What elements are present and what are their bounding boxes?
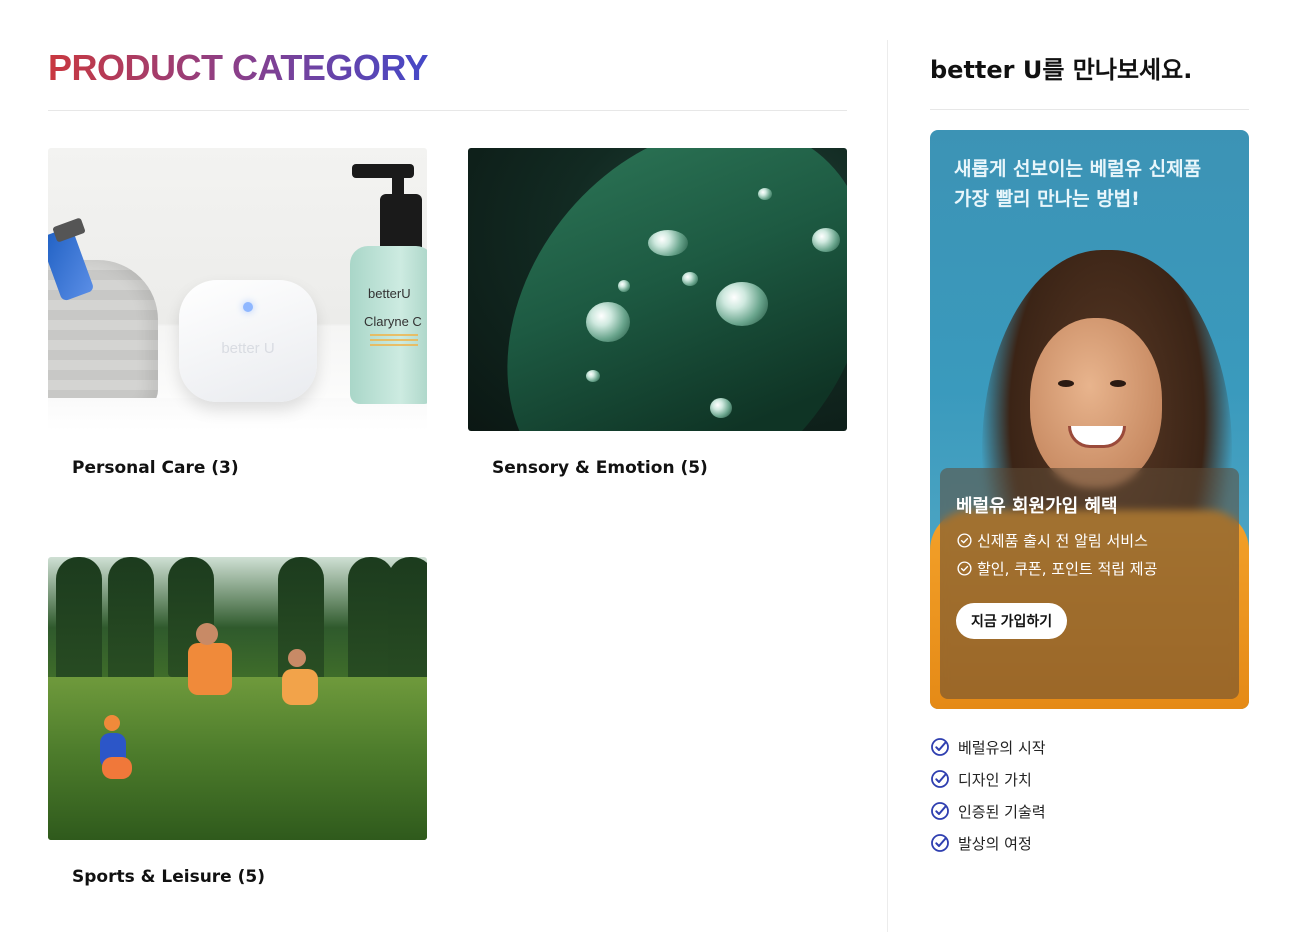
- water-drop: [586, 370, 600, 382]
- water-drop: [648, 230, 688, 256]
- category-label-sensory-emotion[interactable]: Sensory & Emotion (5): [492, 458, 708, 478]
- category-card-personal-care[interactable]: better U betterU Claryne C Personal Care…: [48, 148, 427, 478]
- sidebar-divider: [887, 40, 888, 932]
- better-u-device: better U: [179, 280, 317, 402]
- signup-button[interactable]: 지금 가입하기: [956, 603, 1068, 639]
- category-label-personal-care[interactable]: Personal Care (3): [72, 458, 239, 478]
- lotion-bottle: betterU Claryne C: [350, 246, 427, 404]
- category-label-sports-leisure[interactable]: Sports & Leisure (5): [72, 867, 265, 887]
- brand-link-journey[interactable]: 발상의 여정: [930, 827, 1249, 859]
- brand-link-design-value[interactable]: 디자인 가치: [930, 763, 1249, 795]
- bottle-brand-text: betterU: [368, 286, 411, 301]
- brand-link-label[interactable]: 인증된 기술력: [958, 801, 1046, 822]
- device-led: [243, 302, 253, 312]
- water-drop: [710, 398, 732, 418]
- brand-link-label[interactable]: 발상의 여정: [958, 833, 1032, 854]
- sensory-emotion-image[interactable]: [468, 148, 847, 431]
- device-logo-text: better U: [221, 340, 275, 357]
- pump-top-shape: [352, 164, 414, 178]
- banner-headline-line2: 가장 빨리 만나는 방법!: [954, 188, 1140, 210]
- check-circle-icon: [931, 834, 949, 852]
- category-card-sports-leisure[interactable]: Sports & Leisure (5): [48, 557, 427, 887]
- person-shape: [104, 715, 120, 731]
- brand-link-beginning[interactable]: 베럴유의 시작: [930, 731, 1249, 763]
- water-drop: [716, 282, 768, 326]
- check-circle-icon: [931, 770, 949, 788]
- person-shape: [196, 623, 218, 645]
- title-divider: [48, 110, 847, 111]
- model-eye: [1058, 380, 1074, 387]
- water-drop: [812, 228, 840, 252]
- category-card-sensory-emotion[interactable]: Sensory & Emotion (5): [468, 148, 847, 478]
- pump-neck-shape: [380, 194, 422, 250]
- main-content: PRODUCT CATEGORY better U betterU Claryn…: [48, 40, 847, 887]
- banner-headline: 새롭게 선보이는 베럴유 신제품 가장 빨리 만나는 방법!: [954, 154, 1201, 214]
- water-drop: [618, 280, 630, 292]
- leaf-shape: [468, 148, 847, 431]
- benefit-item: 할인, 쿠폰, 포인트 적립 제공: [956, 558, 1157, 579]
- tree-shape: [108, 557, 154, 687]
- benefits-title: 베럴유 회원가입 혜택: [956, 496, 1118, 517]
- check-circle-icon: [931, 802, 949, 820]
- model-face: [1030, 318, 1162, 488]
- brand-link-label[interactable]: 베럴유의 시작: [958, 737, 1046, 758]
- check-circle-icon: [957, 561, 972, 576]
- sidebar-title: better U를 만나보세요.: [930, 56, 1193, 84]
- brand-link-certified-tech[interactable]: 인증된 기술력: [930, 795, 1249, 827]
- water-drop: [586, 302, 630, 342]
- benefit-text: 신제품 출시 전 알림 서비스: [977, 532, 1148, 550]
- check-circle-icon: [931, 738, 949, 756]
- signup-banner[interactable]: 새롭게 선보이는 베럴유 신제품 가장 빨리 만나는 방법! 베럴유 회원가입 …: [930, 130, 1249, 709]
- person-shape: [102, 757, 132, 779]
- person-shape: [288, 649, 306, 667]
- check-circle-icon: [957, 533, 972, 548]
- bottle-product-text: Claryne C: [364, 314, 422, 329]
- water-drop: [758, 188, 772, 200]
- sidebar-title-divider: [930, 109, 1249, 110]
- benefit-text: 할인, 쿠폰, 포인트 적립 제공: [977, 560, 1158, 578]
- brand-links-list: 베럴유의 시작 디자인 가치 인증된 기술력 발상의 여정: [930, 731, 1249, 859]
- banner-headline-line1: 새롭게 선보이는 베럴유 신제품: [954, 158, 1202, 180]
- personal-care-image[interactable]: better U betterU Claryne C: [48, 148, 427, 431]
- person-shape: [282, 669, 318, 705]
- water-drop: [682, 272, 698, 286]
- page-title: PRODUCT CATEGORY: [48, 40, 429, 96]
- bottle-fine-print: [370, 334, 418, 348]
- model-eye: [1110, 380, 1126, 387]
- brand-link-label[interactable]: 디자인 가치: [958, 769, 1032, 790]
- person-shape: [188, 643, 232, 695]
- sports-leisure-image[interactable]: [48, 557, 427, 840]
- benefit-item: 신제품 출시 전 알림 서비스: [956, 530, 1148, 551]
